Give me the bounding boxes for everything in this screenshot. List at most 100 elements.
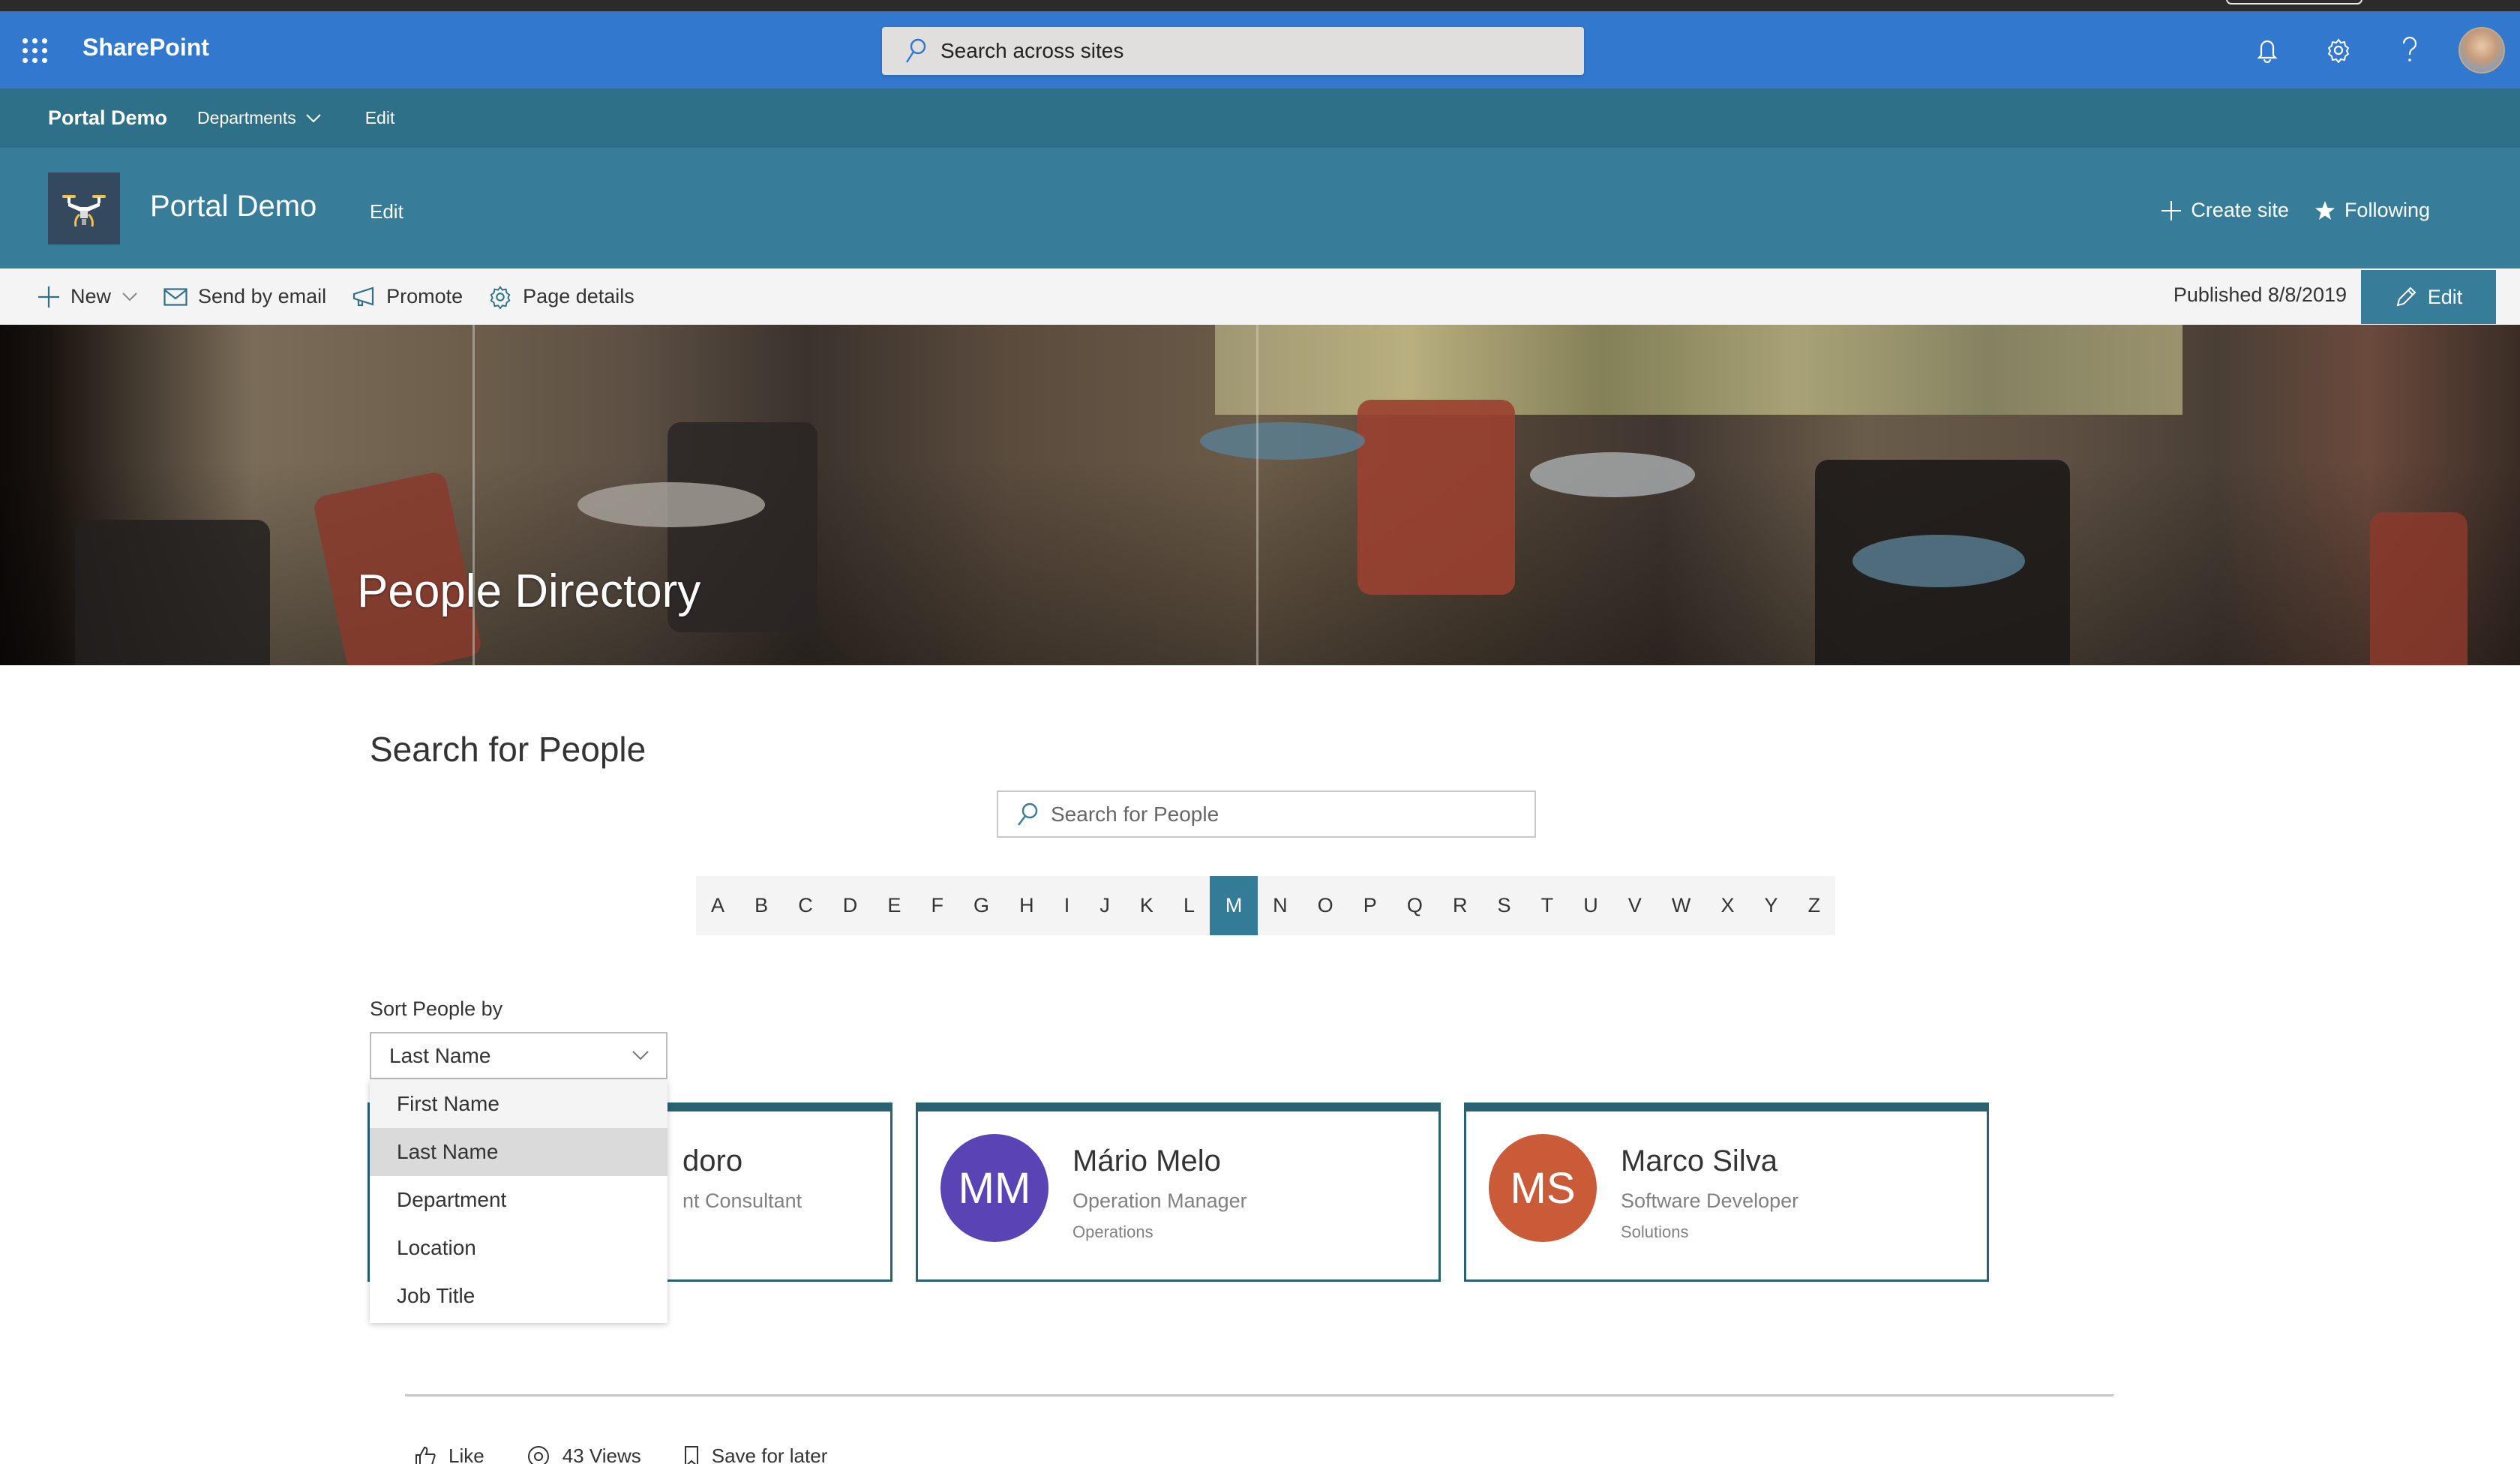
edit-page-label: Edit [2427, 285, 2463, 308]
site-edit-link[interactable]: Edit [370, 200, 404, 224]
letter-filter-j[interactable]: J [1084, 876, 1125, 935]
following-button[interactable]: Following [2314, 199, 2430, 222]
letter-filter-k[interactable]: K [1125, 876, 1168, 935]
letter-filter-u[interactable]: U [1568, 876, 1613, 935]
chevron-down-icon [122, 292, 137, 301]
like-button[interactable]: Like [414, 1444, 484, 1464]
letter-filter-c[interactable]: C [783, 876, 828, 935]
person-avatar: MS [1489, 1134, 1597, 1242]
letter-filter-q[interactable]: Q [1392, 876, 1438, 935]
megaphone-icon [353, 286, 374, 306]
letter-filter-g[interactable]: G [958, 876, 1004, 935]
letter-filter-h[interactable]: H [1004, 876, 1049, 935]
drone-icon [62, 195, 106, 227]
letter-filter-v[interactable]: V [1613, 876, 1657, 935]
settings-button[interactable] [2302, 11, 2374, 88]
plus-icon [38, 286, 59, 308]
person-card[interactable]: MM Mário Melo Operation Manager Operations [916, 1102, 1441, 1282]
browser-tab-pill [2226, 0, 2362, 4]
help-button[interactable] [2374, 11, 2445, 88]
hero-image-shape [1256, 325, 1258, 665]
person-department: Operations [1072, 1222, 1154, 1241]
hero-banner: People Directory [0, 325, 2520, 665]
letter-filter-w[interactable]: W [1657, 876, 1706, 935]
promote-button[interactable]: Promote [352, 285, 463, 308]
sort-option-first-name[interactable]: First Name [370, 1080, 668, 1128]
gear-icon [2327, 38, 2349, 63]
hero-image-shape [578, 482, 765, 527]
suite-search-placeholder: Search across sites [940, 39, 1124, 62]
page-details-button[interactable]: Page details [488, 285, 634, 309]
hub-navigation: Portal Demo Departments Edit [0, 88, 2520, 148]
people-search-placeholder: Search for People [1051, 802, 1220, 826]
sort-dropdown[interactable]: Last Name [370, 1032, 668, 1079]
bell-icon [2256, 40, 2278, 63]
letter-filter-s[interactable]: S [1483, 876, 1526, 935]
person-name: Marco Silva [1621, 1144, 1778, 1178]
hub-link-departments[interactable]: Departments [197, 108, 322, 128]
sort-label: Sort People by [370, 998, 503, 1020]
letter-filter-x[interactable]: X [1706, 876, 1749, 935]
chevron-down-icon [632, 1051, 649, 1060]
person-card[interactable]: MS Marco Silva Software Developer Solutions [1464, 1102, 1989, 1282]
star-icon [2314, 200, 2335, 220]
sort-dropdown-menu: First Name Last Name Department Location Job… [370, 1080, 668, 1323]
letter-filter-m[interactable]: M [1210, 876, 1258, 935]
hero-image-shape [1358, 400, 1515, 595]
letter-filter-r[interactable]: R [1438, 876, 1483, 935]
person-job-title: nt Consultant [682, 1190, 802, 1212]
hub-link-edit[interactable]: Edit [365, 108, 395, 128]
plus-icon [2162, 200, 2182, 220]
new-button[interactable]: New [38, 285, 138, 308]
search-icon [1018, 802, 1038, 826]
published-status: Published 8/8/2019 [2173, 284, 2347, 306]
user-avatar[interactable] [2458, 26, 2505, 74]
site-header: Portal Demo Edit Create site Following [0, 148, 2520, 268]
letter-filter-b[interactable]: B [740, 876, 783, 935]
site-logo[interactable] [48, 172, 120, 244]
views-label: 43 Views [562, 1444, 641, 1464]
letter-filter-z[interactable]: Z [1793, 876, 1836, 935]
hero-image-shape [1200, 422, 1365, 460]
person-avatar: MM [940, 1134, 1048, 1242]
people-search-input[interactable]: Search for People [997, 790, 1536, 838]
suite-bar: SharePoint Search across sites [0, 11, 2520, 88]
person-department: Solutions [1621, 1222, 1689, 1241]
hub-title[interactable]: Portal Demo [48, 106, 167, 130]
hero-image-shape [2370, 512, 2468, 665]
letter-filter-t[interactable]: T [1526, 876, 1569, 935]
send-by-email-button[interactable]: Send by email [164, 285, 326, 308]
create-site-button[interactable]: Create site [2161, 199, 2289, 222]
sort-option-job-title[interactable]: Job Title [370, 1272, 668, 1320]
letter-filter-o[interactable]: O [1303, 876, 1348, 935]
site-title[interactable]: Portal Demo [150, 190, 316, 224]
letter-filter-f[interactable]: F [916, 876, 958, 935]
create-site-label: Create site [2191, 199, 2289, 221]
section-heading: Search for People [370, 730, 646, 769]
letter-filter-d[interactable]: D [828, 876, 873, 935]
letter-filter-y[interactable]: Y [1750, 876, 1793, 935]
letter-filter-l[interactable]: L [1168, 876, 1210, 935]
send-by-email-label: Send by email [198, 285, 327, 308]
sort-option-location[interactable]: Location [370, 1224, 668, 1272]
letter-filter-a[interactable]: A [696, 876, 740, 935]
letter-filter-n[interactable]: N [1258, 876, 1303, 935]
divider [405, 1394, 2114, 1396]
hub-link-label: Departments [197, 108, 296, 128]
letter-filter-p[interactable]: P [1348, 876, 1392, 935]
letter-filter-i[interactable]: I [1049, 876, 1085, 935]
app-name[interactable]: SharePoint [82, 34, 209, 62]
suite-search-box[interactable]: Search across sites [882, 27, 1584, 75]
save-for-later-button[interactable]: Save for later [683, 1444, 828, 1464]
hero-image-shape [1530, 452, 1695, 497]
waffle-icon[interactable] [22, 38, 48, 64]
edit-page-button[interactable]: Edit [2361, 270, 2496, 324]
views-count: 43 Views [526, 1444, 641, 1464]
sort-option-last-name[interactable]: Last Name [370, 1128, 668, 1176]
notifications-button[interactable] [2231, 11, 2302, 88]
letter-filter-e[interactable]: E [872, 876, 916, 935]
command-bar: New Send by email Promote Page details P… [0, 268, 2520, 325]
save-for-later-label: Save for later [711, 1444, 828, 1464]
sort-option-department[interactable]: Department [370, 1176, 668, 1224]
person-name: Mário Melo [1072, 1144, 1221, 1178]
